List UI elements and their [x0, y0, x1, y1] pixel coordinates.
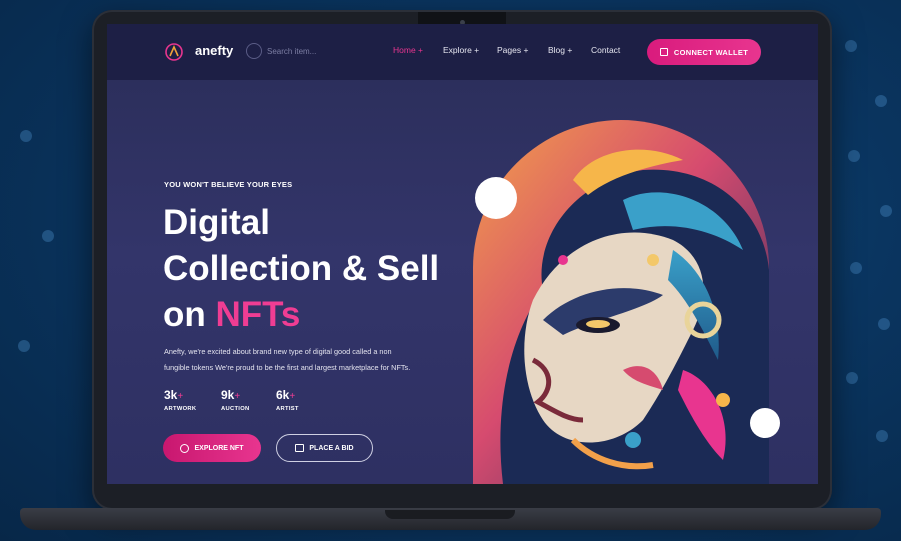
brand-name[interactable]: anefty: [195, 43, 233, 58]
laptop-base-groove: [385, 510, 515, 519]
hero-title-line3: on NFTs: [163, 292, 483, 338]
stat-artwork: 3k+ ARTWORK: [164, 386, 196, 412]
stat-auction: 9k+ AUCTION: [221, 386, 250, 412]
stat-plus: +: [234, 391, 241, 402]
hero-description-line1: Anefty, we're excited about brand new ty…: [164, 347, 392, 356]
stat-value: 9k: [221, 388, 235, 402]
hero-title-line1: Digital: [163, 203, 270, 242]
hero-description: Anefty, we're excited about brand new ty…: [164, 344, 474, 376]
nav-item-explore[interactable]: Explore +: [443, 45, 479, 55]
hero-title-highlight: NFTs: [215, 295, 301, 334]
connect-wallet-button[interactable]: CONNECT WALLET: [647, 39, 761, 65]
hero-artwork-image: [473, 120, 769, 484]
place-bid-label: PLACE A BID: [309, 444, 354, 452]
stat-label: AUCTION: [221, 406, 250, 412]
nav-item-pages[interactable]: Pages +: [497, 45, 528, 55]
stat-plus: +: [177, 391, 184, 402]
top-navigation: anefty Home + Explore + Pages + Blog + C…: [107, 24, 818, 80]
hero-title: Digital Collection & Sell on NFTs: [163, 200, 483, 338]
laptop-screen: anefty Home + Explore + Pages + Blog + C…: [107, 24, 818, 484]
nav-item-home[interactable]: Home +: [393, 45, 423, 55]
decorative-white-circle: [750, 408, 780, 438]
stat-artist: 6k+ ARTIST: [276, 386, 299, 412]
decorative-white-circle: [475, 177, 517, 219]
anefty-logo-icon[interactable]: [165, 42, 183, 62]
place-bid-button[interactable]: PLACE A BID: [276, 434, 373, 462]
wallet-icon: [659, 48, 668, 56]
nav-item-contact[interactable]: Contact: [591, 45, 620, 55]
stat-plus: +: [289, 391, 296, 402]
hero-title-prefix: on: [163, 295, 206, 334]
hero-description-line2: fungible tokens We're proud to be the fi…: [164, 363, 411, 372]
connect-wallet-label: CONNECT WALLET: [673, 47, 749, 57]
hero-eyebrow: YOU WON'T BELIEVE YOUR EYES: [164, 180, 293, 189]
stat-value: 6k: [276, 388, 290, 402]
nav-item-blog[interactable]: Blog +: [548, 45, 572, 55]
search-icon[interactable]: [246, 43, 262, 59]
explore-nft-label: EXPLORE NFT: [194, 444, 244, 452]
stat-label: ARTWORK: [164, 406, 197, 412]
stat-value: 3k: [164, 388, 178, 402]
search-input[interactable]: [267, 42, 357, 60]
compass-icon: [180, 443, 190, 453]
hero-title-line2: Collection & Sell: [163, 249, 440, 288]
explore-nft-button[interactable]: EXPLORE NFT: [163, 434, 261, 462]
stat-label: ARTIST: [276, 406, 299, 412]
gavel-icon: [295, 444, 305, 452]
